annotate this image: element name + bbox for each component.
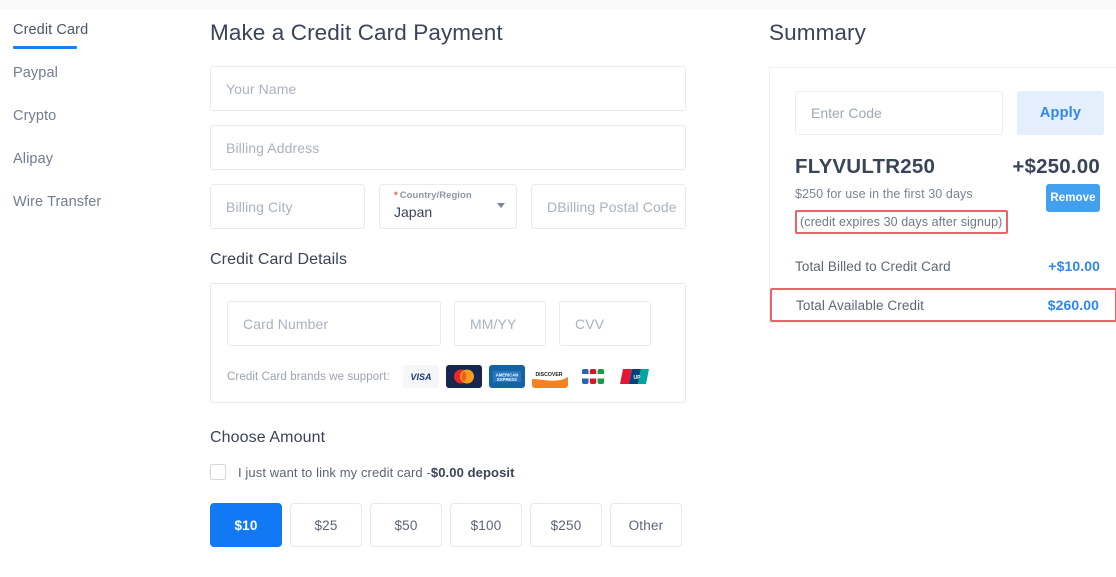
total-available-credit-label: Total Available Credit: [796, 298, 924, 313]
link-card-checkbox-row[interactable]: I just want to link my credit card -$0.0…: [210, 464, 686, 480]
tab-crypto[interactable]: Crypto: [0, 108, 200, 151]
amount-options-row: $10 $25 $50 $100 $250 Other: [210, 503, 686, 547]
supported-brands-row: Credit Card brands we support: VISA: [227, 365, 669, 388]
card-inputs-row: Card Number MM/YY CVV: [227, 301, 669, 346]
credit-card-details-heading: Credit Card Details: [210, 251, 686, 269]
link-card-text: I just want to link my credit card -: [238, 465, 431, 480]
page-title: Make a Credit Card Payment: [210, 20, 686, 46]
tab-active-indicator: [13, 46, 77, 49]
country-region-label: *Country/Region: [394, 190, 502, 202]
amount-option-50[interactable]: $50: [370, 503, 442, 547]
promo-code-row: Enter Code Apply: [795, 91, 1116, 135]
amount-option-100[interactable]: $100: [450, 503, 522, 547]
country-region-label-text: Country/Region: [400, 190, 472, 201]
link-card-checkbox[interactable]: [210, 464, 226, 480]
tab-credit-card[interactable]: Credit Card: [0, 22, 200, 65]
mastercard-logo: [446, 365, 482, 388]
required-asterisk: *: [394, 190, 398, 201]
choose-amount-heading: Choose Amount: [210, 429, 686, 447]
card-cvv-input[interactable]: CVV: [559, 301, 651, 346]
total-billed-label: Total Billed to Credit Card: [795, 259, 951, 274]
remove-promo-button[interactable]: Remove: [1046, 184, 1100, 212]
apply-button[interactable]: Apply: [1017, 91, 1104, 135]
total-billed-value: +$10.00: [1048, 258, 1100, 274]
svg-text:UP: UP: [633, 375, 641, 381]
supported-brands-label: Credit Card brands we support:: [227, 371, 390, 383]
payment-method-tabs: Credit Card Paypal Crypto Alipay Wire Tr…: [0, 22, 200, 237]
tab-paypal[interactable]: Paypal: [0, 65, 200, 108]
billing-city-input[interactable]: Billing City: [210, 184, 365, 229]
link-card-deposit: $0.00 deposit: [431, 465, 515, 480]
name-input[interactable]: Your Name: [210, 66, 686, 111]
tab-wire-transfer-label: Wire Transfer: [13, 194, 101, 210]
total-available-credit-row: Total Available Credit $260.00: [796, 297, 1099, 313]
visa-logo: VISA: [403, 365, 439, 388]
promo-header: FLYVULTR250 +$250.00: [795, 155, 1116, 179]
svg-text:VISA: VISA: [410, 372, 431, 382]
credit-card-details-panel: Card Number MM/YY CVV Credit Card brands…: [210, 283, 686, 403]
billing-address-input[interactable]: Billing Address: [210, 125, 686, 170]
payment-page: Credit Card Paypal Crypto Alipay Wire Tr…: [0, 0, 1116, 577]
tab-alipay-label: Alipay: [13, 151, 53, 167]
promo-expiry-annotation: (credit expires 30 days after signup): [795, 210, 1008, 234]
promo-code-value: FLYVULTR250: [795, 155, 935, 179]
tab-wire-transfer[interactable]: Wire Transfer: [0, 194, 200, 237]
total-available-credit-value: $260.00: [1048, 297, 1099, 313]
promo-credit-amount: +$250.00: [1012, 155, 1100, 179]
amount-option-25[interactable]: $25: [290, 503, 362, 547]
card-expiry-input[interactable]: MM/YY: [454, 301, 546, 346]
card-number-input[interactable]: Card Number: [227, 301, 441, 346]
summary-panel: Summary Enter Code Apply FLYVULTR250 +$2…: [760, 0, 1116, 323]
amex-logo: AMERICAN EXPRESS: [489, 365, 525, 388]
tab-alipay[interactable]: Alipay: [0, 151, 200, 194]
summary-card: Enter Code Apply FLYVULTR250 +$250.00 $2…: [769, 67, 1116, 323]
total-credit-annotation: Total Available Credit $260.00: [770, 288, 1116, 322]
link-card-label: I just want to link my credit card -$0.0…: [238, 465, 515, 480]
amount-option-10[interactable]: $10: [210, 503, 282, 547]
amount-option-other[interactable]: Other: [610, 503, 682, 547]
total-billed-row: Total Billed to Credit Card +$10.00: [795, 258, 1116, 274]
svg-text:EXPRESS: EXPRESS: [497, 377, 517, 382]
jcb-logo: [575, 365, 611, 388]
promo-expiry-note: (credit expires 30 days after signup): [795, 210, 1008, 234]
tab-credit-card-label: Credit Card: [13, 22, 88, 38]
tab-paypal-label: Paypal: [13, 65, 58, 81]
svg-text:DISCOVER: DISCOVER: [535, 372, 562, 378]
promo-code-input[interactable]: Enter Code: [795, 91, 1003, 135]
discover-logo: DISCOVER: [532, 365, 568, 388]
billing-location-row: Billing City *Country/Region Japan DBill…: [210, 184, 686, 229]
applied-promo-block: FLYVULTR250 +$250.00 $250 for use in the…: [795, 155, 1116, 234]
amount-option-250[interactable]: $250: [530, 503, 602, 547]
chevron-down-icon: [497, 203, 505, 208]
country-region-value: Japan: [394, 203, 502, 222]
country-region-select[interactable]: *Country/Region Japan: [379, 184, 517, 229]
billing-postal-code-input[interactable]: DBilling Postal Code: [531, 184, 686, 229]
payment-form: Make a Credit Card Payment Your Name Bil…: [210, 0, 686, 547]
tab-crypto-label: Crypto: [13, 108, 56, 124]
unionpay-logo: UP: [618, 365, 654, 388]
summary-title: Summary: [769, 20, 1116, 46]
